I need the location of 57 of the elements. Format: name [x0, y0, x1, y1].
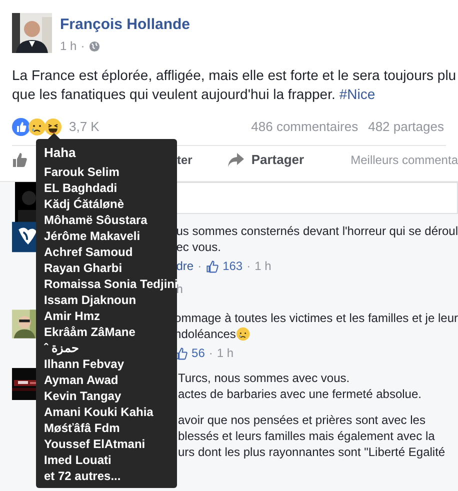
reactor-name: Amani Kouki Kahia — [44, 404, 154, 420]
like-count: 163 — [222, 258, 243, 274]
laughing-face-icon — [44, 118, 62, 136]
comment-meta: · — [246, 258, 251, 274]
comment-text: blessés et leurs familles mais également avec la — [178, 428, 436, 444]
reactor-name: EL Baghdadi — [44, 180, 118, 196]
comment-text: ec vous. — [176, 239, 221, 255]
reactor-name: et 72 autres... — [44, 468, 121, 484]
like-count: 56 — [192, 345, 205, 361]
sort-dropdown[interactable]: Meilleurs commenta — [350, 151, 458, 169]
reactor-name: Jérôme Makaveli — [44, 228, 140, 244]
reactor-name: Farouk Selim — [44, 164, 120, 180]
comment-meta: 1 h — [216, 345, 234, 361]
like-reaction-icon — [12, 118, 30, 136]
reply-link[interactable]: dre — [176, 258, 194, 274]
comment-text: us sommes consternés devant l'horreur qui se déroul — [176, 223, 458, 239]
post-text: que les fanatiques qui veulent aujourd'hui la frapper. — [12, 85, 336, 104]
reactor-name: Ayman Awad — [44, 372, 118, 388]
thumbs-up-icon — [206, 260, 219, 272]
post-text: La France est éplorée, affligée, mais elle est forte et le sera toujours plu — [12, 66, 456, 85]
tooltip-title: Haha — [44, 145, 77, 161]
share-button[interactable]: Partager — [251, 150, 304, 170]
reactor-name: ˆ حمزة — [44, 340, 78, 356]
reactor-name: Amir Hmz — [44, 308, 100, 324]
reactor-name: Ilhann Febvay — [44, 356, 124, 372]
reactor-name: Kădj Ćătálønè — [44, 196, 124, 212]
reactor-name: Môhamë Sôustara — [44, 212, 148, 228]
reactor-name: Møśťâfâ Fdm — [44, 420, 120, 436]
comment-button[interactable]: ter — [177, 151, 192, 169]
comment-meta: · — [198, 258, 202, 274]
separator-dot: · — [80, 38, 85, 55]
share-arrow-icon[interactable] — [228, 153, 244, 167]
reactor-name: Kevin Tangay — [44, 388, 122, 404]
comments-count[interactable]: 486 commentaires — [251, 117, 358, 137]
replies-link[interactable]: h — [176, 281, 458, 297]
shares-count[interactable]: 482 partages — [368, 117, 444, 137]
reactor-name: Issam Djaknoun — [44, 292, 136, 308]
reactor-name: Youssef ElAtmani — [44, 436, 146, 452]
comment-text: actes de barbaries avec une fermeté absolue. — [178, 386, 422, 402]
sad-face-icon — [28, 118, 46, 136]
comment-text: avoir que nos pensées et prières sont avec les — [178, 412, 426, 428]
reactor-name: Romaissa Sonia Tedjini — [44, 276, 178, 291]
comment-meta: 1 h — [254, 258, 272, 274]
globe-icon — [88, 40, 100, 52]
reactor-name: Imed Louati — [44, 452, 112, 468]
reactor-name: Achref Samoud — [44, 244, 133, 260]
author-name[interactable]: François Hollande — [60, 16, 190, 34]
reaction-count[interactable]: 3,7 K — [69, 117, 100, 137]
comment-meta: · — [208, 345, 213, 361]
thumbs-up-icon — [174, 346, 188, 360]
thumbs-up-icon[interactable] — [12, 152, 28, 168]
reactor-name: Rayan Gharbi — [44, 260, 122, 276]
comment-text: urs dont les plus rayonnantes sont "Liberté Egalité — [178, 444, 446, 460]
hashtag-link[interactable]: #Nice — [339, 85, 376, 104]
post-time[interactable]: 1 h — [60, 37, 77, 55]
reactor-name: Ekrâåm ZâMane — [44, 324, 136, 340]
comment-text: Turcs, nous sommes avec vous. — [178, 370, 350, 386]
